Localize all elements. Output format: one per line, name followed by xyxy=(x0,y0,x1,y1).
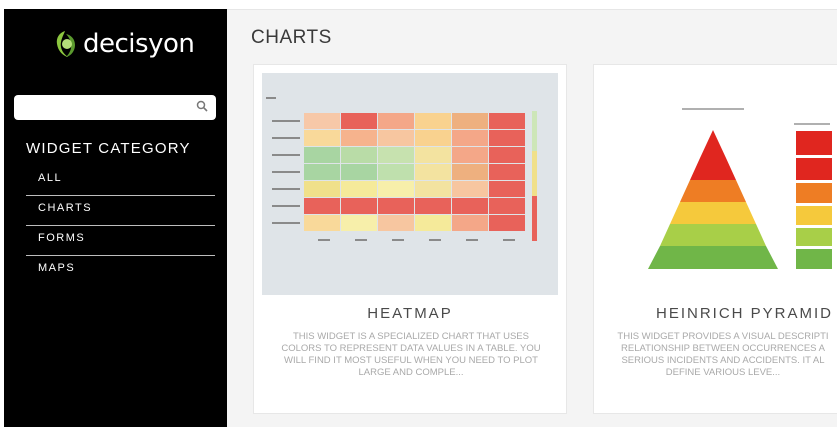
heatmap-cell xyxy=(415,130,451,146)
sidebar-item-forms[interactable]: FORMS xyxy=(26,226,215,256)
description-line: THIS WIDGET IS A SPECIALIZED CHART THAT … xyxy=(293,331,529,342)
card-title-heinrich-pyramid[interactable]: HEINRICH PYRAMID xyxy=(656,305,837,322)
heatmap-cell xyxy=(304,215,340,231)
widget-category-title: WIDGET CATEGORY xyxy=(26,140,191,157)
logo-icon xyxy=(56,31,75,57)
heatmap-cell xyxy=(415,198,451,214)
card-description-heinrich-pyramid: THIS WIDGET PROVIDES A VISUAL DESCRIPTI … xyxy=(598,331,837,379)
heatmap-cell xyxy=(304,113,340,129)
description-line: RELATIONSHIP BETWEEN OCCURRENCES A xyxy=(621,343,825,354)
heatmap-cell xyxy=(304,164,340,180)
heatmap-cell xyxy=(489,198,525,214)
heatmap-cell xyxy=(489,147,525,163)
pyramid-preview-image xyxy=(602,73,837,295)
search-input[interactable] xyxy=(20,98,190,117)
heatmap-cell xyxy=(489,164,525,180)
heatmap-cell xyxy=(489,215,525,231)
page-title: CHARTS xyxy=(251,27,332,48)
heatmap-cell xyxy=(378,147,414,163)
heatmap-cell xyxy=(378,181,414,197)
divider xyxy=(227,9,837,10)
heatmap-cell xyxy=(489,130,525,146)
heatmap-cell xyxy=(415,147,451,163)
description-line: SERIOUS INCIDENTS AND ACCIDENTS. IT AL xyxy=(621,355,825,366)
description-line: COLORS TO REPRESENT DATA VALUES IN A TAB… xyxy=(281,343,541,354)
heatmap-cell xyxy=(378,198,414,214)
heatmap-cell xyxy=(415,215,451,231)
sidebar-item-all[interactable]: ALL xyxy=(26,166,215,196)
description-line: WILL FIND IT MOST USEFUL WHEN YOU NEED T… xyxy=(284,355,538,366)
heatmap-cell xyxy=(378,164,414,180)
heatmap-preview-image xyxy=(262,73,558,295)
widget-card-heatmap[interactable]: HEATMAP THIS WIDGET IS A SPECIALIZED CHA… xyxy=(253,64,567,414)
heatmap-cell xyxy=(341,113,377,129)
heatmap-cell xyxy=(341,130,377,146)
card-description-heatmap: THIS WIDGET IS A SPECIALIZED CHART THAT … xyxy=(266,331,556,379)
heatmap-cell xyxy=(489,181,525,197)
heatmap-cell xyxy=(452,198,488,214)
heinrich-pyramid-thumbnail xyxy=(602,73,837,295)
heatmap-cell xyxy=(452,130,488,146)
description-line: DEFINE VARIOUS LEVE... xyxy=(665,367,781,378)
search-box[interactable] xyxy=(14,95,216,120)
heatmap-cell xyxy=(415,164,451,180)
heatmap-cell xyxy=(378,215,414,231)
heatmap-cell xyxy=(452,215,488,231)
search-icon[interactable] xyxy=(196,100,208,112)
brand-name: decisyon xyxy=(83,29,195,59)
heatmap-cell xyxy=(452,113,488,129)
heatmap-cell xyxy=(341,181,377,197)
main-content: CHARTS HEATMAP THIS WIDGET IS A SPECIALI… xyxy=(227,9,837,427)
card-title-heatmap[interactable]: HEATMAP xyxy=(254,305,566,322)
widget-card-heinrich-pyramid[interactable]: HEINRICH PYRAMID THIS WIDGET PROVIDES A … xyxy=(593,64,837,414)
heatmap-cell xyxy=(452,164,488,180)
sidebar-item-charts[interactable]: CHARTS xyxy=(26,196,215,226)
heatmap-cell xyxy=(452,147,488,163)
heatmap-cell xyxy=(415,113,451,129)
heatmap-cell xyxy=(304,198,340,214)
sidebar-item-maps[interactable]: MAPS xyxy=(26,256,215,286)
heatmap-cell xyxy=(378,130,414,146)
heatmap-cell xyxy=(452,181,488,197)
heatmap-cell xyxy=(489,113,525,129)
description-line: THIS WIDGET PROVIDES A VISUAL DESCRIPTI xyxy=(617,331,829,342)
sidebar: decisyon WIDGET CATEGORY ALL CHARTS FORM… xyxy=(4,9,227,427)
description-line: LARGE AND COMPLE... xyxy=(358,367,464,378)
heatmap-cell xyxy=(341,198,377,214)
heatmap-cell xyxy=(341,164,377,180)
heatmap-cell xyxy=(341,147,377,163)
category-nav: ALL CHARTS FORMS MAPS xyxy=(26,166,215,286)
heatmap-cell xyxy=(341,215,377,231)
heatmap-cell xyxy=(304,147,340,163)
heatmap-cell xyxy=(304,181,340,197)
brand-logo[interactable]: decisyon xyxy=(51,29,195,59)
heatmap-cell xyxy=(415,181,451,197)
heatmap-thumbnail xyxy=(262,73,558,295)
heatmap-cell xyxy=(378,113,414,129)
heatmap-cell xyxy=(304,130,340,146)
